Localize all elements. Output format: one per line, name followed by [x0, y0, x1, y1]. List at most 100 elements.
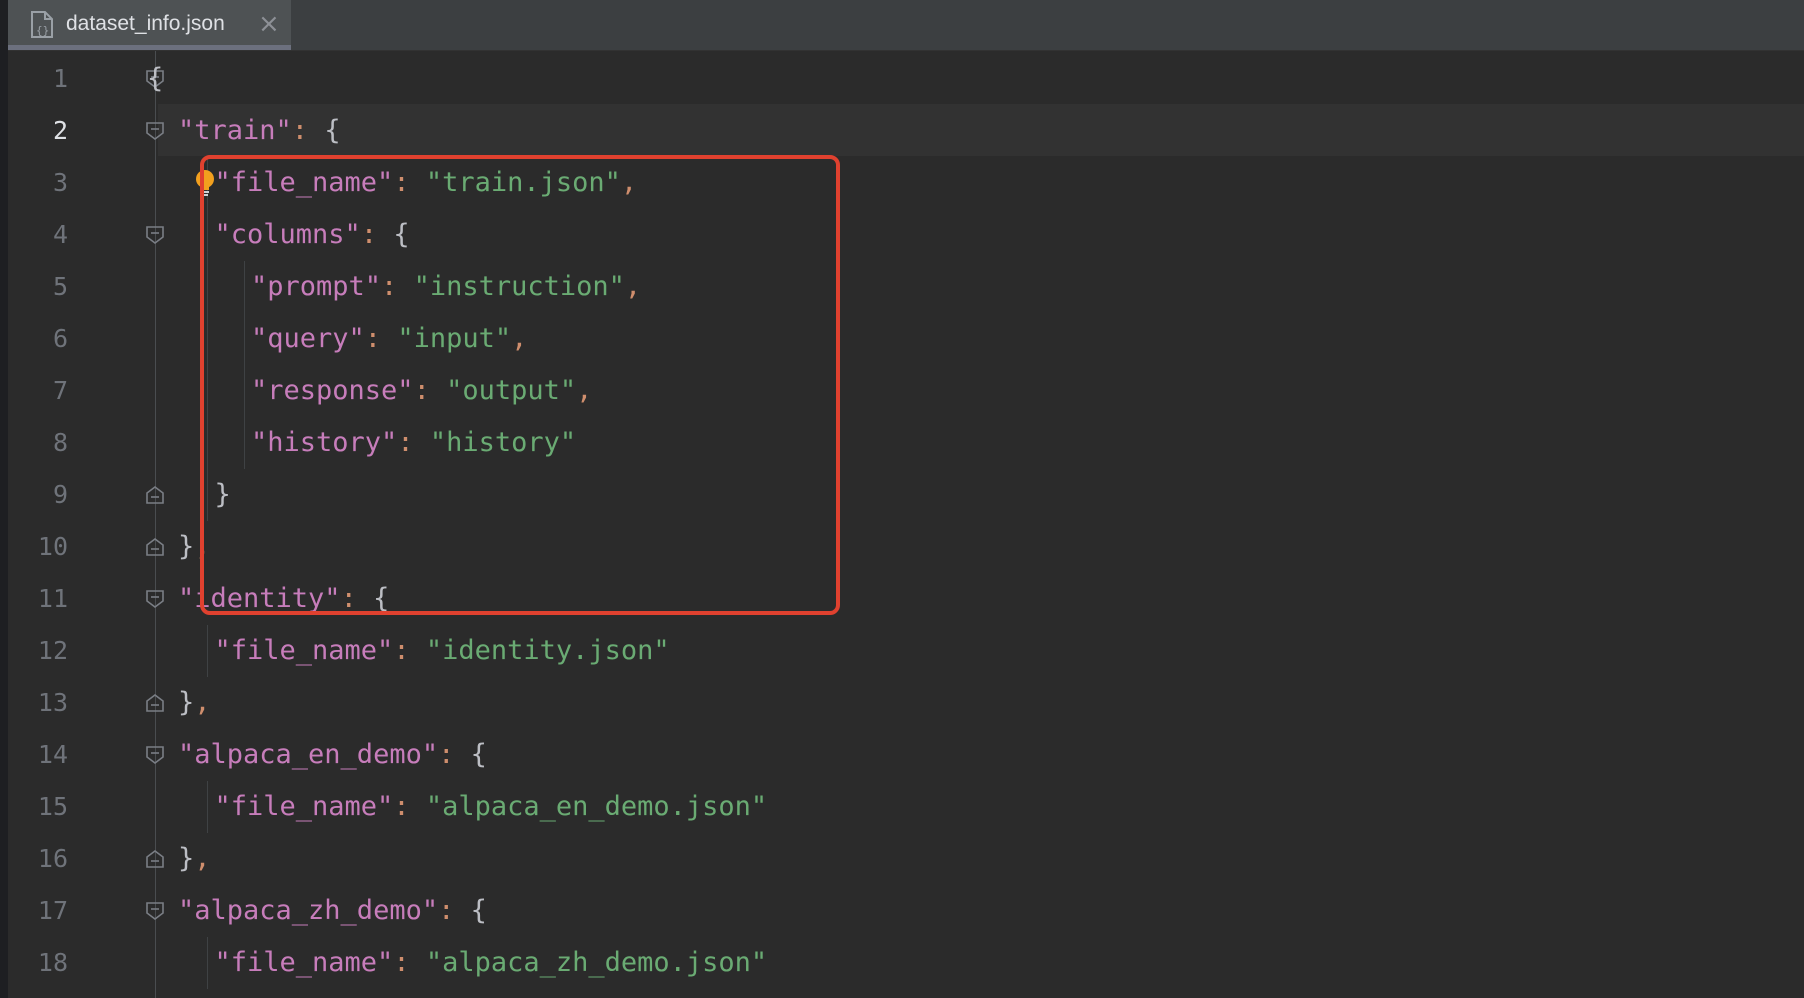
line-number: 6	[52, 324, 68, 353]
token-colon: :	[360, 219, 394, 250]
token-colon: :	[340, 583, 374, 614]
code-line[interactable]: 7 "response": "output",	[8, 365, 1804, 417]
close-icon[interactable]: ×	[258, 9, 280, 39]
indent-guide	[207, 417, 208, 469]
line-number: 18	[37, 948, 68, 977]
token-key: "response"	[251, 375, 414, 406]
token-key: "file_name"	[214, 167, 394, 198]
code-text: "file_name": "train.json",	[215, 157, 638, 209]
code-text: "file_name": "alpaca_en_demo.json"	[215, 781, 768, 833]
code-editor[interactable]: 1{ 2 "train": {3 "file_name": "train.json",…	[8, 51, 1804, 998]
code-text: "query": "input",	[251, 313, 527, 365]
code-line[interactable]: 3 "file_name": "train.json",	[8, 157, 1804, 209]
code-line[interactable]: 16},	[8, 833, 1804, 885]
fold-collapse-icon[interactable]	[144, 120, 166, 142]
tab-dataset-info-json[interactable]: {} dataset_info.json ×	[8, 0, 291, 50]
fold-end-icon[interactable]	[144, 848, 166, 870]
code-text: },	[178, 521, 211, 573]
code-line[interactable]: 10},	[8, 521, 1804, 573]
fold-collapse-icon[interactable]	[144, 900, 166, 922]
indent-guide	[243, 313, 245, 365]
indent-guide	[207, 365, 208, 417]
token-colon: :	[393, 947, 426, 978]
code-text: },	[178, 677, 211, 729]
code-text: }	[215, 469, 231, 521]
token-key: "alpaca_zh_demo"	[178, 895, 439, 926]
token-key: "identity"	[178, 583, 341, 614]
svg-text:{}: {}	[36, 24, 49, 37]
fold-end-icon[interactable]	[144, 536, 166, 558]
token-str: "identity.json"	[425, 635, 670, 666]
fold-end-icon[interactable]	[144, 692, 166, 714]
code-text: "alpaca_en_demo": {	[178, 729, 487, 781]
token-key: "file_name"	[214, 635, 394, 666]
token-punc: }	[178, 531, 195, 562]
token-punc: }	[214, 479, 231, 510]
token-colon: :	[397, 427, 430, 458]
token-punc: {	[373, 583, 390, 614]
line-number: 4	[52, 220, 68, 249]
token-colon: :	[393, 167, 426, 198]
tab-label: dataset_info.json	[66, 12, 225, 35]
token-colon: :	[364, 323, 398, 354]
code-line[interactable]: 14 "alpaca_en_demo": {	[8, 729, 1804, 781]
indent-guide	[243, 365, 245, 417]
code-text: "columns": {	[215, 209, 410, 261]
token-key: "history"	[251, 427, 398, 458]
code-text: {	[147, 53, 163, 105]
code-line[interactable]: 5 "prompt": "instruction",	[8, 261, 1804, 313]
code-text: "identity": {	[178, 573, 389, 625]
token-colon: :	[291, 115, 325, 146]
code-line[interactable]: 12 "file_name": "identity.json"	[8, 625, 1804, 677]
line-number: 7	[52, 376, 68, 405]
token-key: "file_name"	[214, 947, 394, 978]
indent-guide	[207, 937, 208, 989]
code-line[interactable]: 15 "file_name": "alpaca_en_demo.json"	[8, 781, 1804, 833]
token-str: "alpaca_en_demo.json"	[425, 791, 768, 822]
code-line[interactable]: 11 "identity": {	[8, 573, 1804, 625]
code-text: "file_name": "identity.json"	[215, 625, 670, 677]
token-str: "history"	[429, 427, 577, 458]
token-key: "columns"	[214, 219, 361, 250]
token-key: "alpaca_en_demo"	[178, 739, 439, 770]
token-str: "input"	[397, 323, 512, 354]
code-text: },	[178, 833, 211, 885]
line-number: 11	[37, 584, 68, 613]
code-line[interactable]: 9}	[8, 469, 1804, 521]
code-line[interactable]: 13},	[8, 677, 1804, 729]
token-str: "output"	[446, 375, 577, 406]
line-number: 13	[37, 688, 68, 717]
code-line[interactable]: 2 "train": {	[8, 105, 1804, 157]
line-number: 12	[37, 636, 68, 665]
token-key: "file_name"	[214, 791, 394, 822]
fold-collapse-icon[interactable]	[144, 588, 166, 610]
fold-collapse-icon[interactable]	[144, 744, 166, 766]
token-colon: :	[393, 635, 426, 666]
token-colon: :	[393, 791, 426, 822]
token-key: "query"	[251, 323, 365, 354]
line-number: 10	[37, 532, 68, 561]
code-line[interactable]: 6 "query": "input",	[8, 313, 1804, 365]
token-str: "alpaca_zh_demo.json"	[425, 947, 768, 978]
code-line[interactable]: 4 "columns": {	[8, 209, 1804, 261]
code-text: "train": {	[178, 105, 341, 157]
code-line[interactable]: 17 "alpaca_zh_demo": {	[8, 885, 1804, 937]
fold-end-icon[interactable]	[144, 484, 166, 506]
line-number: 15	[37, 792, 68, 821]
token-punc: {	[470, 739, 487, 770]
line-number: 2	[52, 116, 68, 145]
code-line[interactable]: 8 "history": "history"	[8, 417, 1804, 469]
code-line[interactable]: 18 "file_name": "alpaca_zh_demo.json"	[8, 937, 1804, 989]
fold-collapse-icon[interactable]	[144, 224, 166, 246]
lightbulb-icon[interactable]	[194, 168, 216, 198]
indent-guide	[243, 261, 245, 313]
line-number: 16	[37, 844, 68, 873]
json-file-icon: {}	[28, 10, 56, 40]
code-text: "history": "history"	[251, 417, 576, 469]
indent-guide	[207, 625, 208, 677]
token-punc: {	[470, 895, 487, 926]
line-number: 9	[52, 480, 68, 509]
token-str: "instruction"	[413, 271, 625, 302]
token-colon: :	[438, 895, 471, 926]
code-line[interactable]: 1{	[8, 53, 1804, 105]
